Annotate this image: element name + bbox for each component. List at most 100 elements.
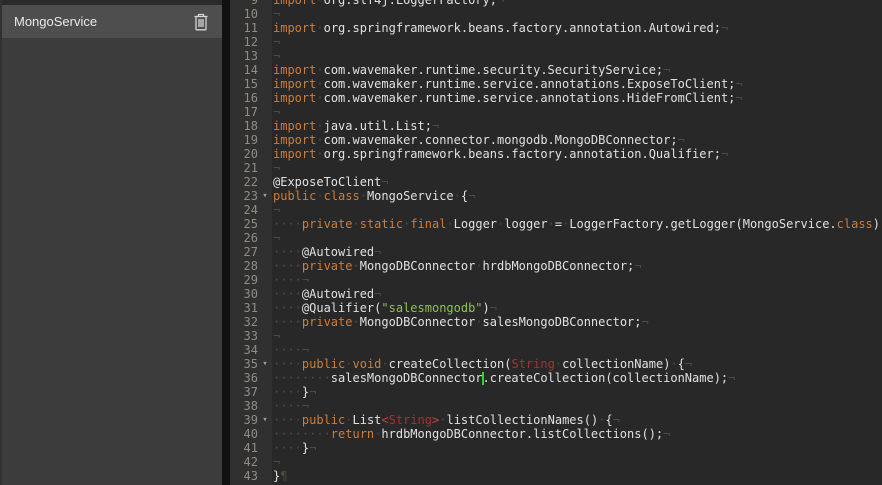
code-text[interactable]: import·com.wavemaker.runtime.security.Se… <box>272 63 882 77</box>
code-line[interactable]: 11import·org.springframework.beans.facto… <box>230 21 882 35</box>
code-text[interactable]: ········return·hrdbMongoDBConnector.list… <box>272 427 882 441</box>
code-line[interactable]: 42¬ <box>230 455 882 469</box>
code-text[interactable]: ····public·List<String>·listCollectionNa… <box>272 413 882 427</box>
code-text[interactable]: import·com.wavemaker.runtime.service.ann… <box>272 91 882 105</box>
code-text[interactable]: @ExposeToClient¬ <box>272 175 882 189</box>
code-text[interactable]: import·org.springframework.beans.factory… <box>272 147 882 161</box>
code-line[interactable]: 38····¬ <box>230 399 882 413</box>
fold-arrow-icon[interactable]: ▾ <box>258 357 272 371</box>
eol-marker: ¬ <box>302 343 309 357</box>
gutter-cell: 14 <box>230 63 272 77</box>
gutter-cell: 31 <box>230 301 272 315</box>
code-text[interactable]: import·org.springframework.beans.factory… <box>272 21 882 35</box>
code-editor[interactable]: 9import·org.slf4j.LoggerFactory;¬10¬11im… <box>230 0 882 485</box>
code-line[interactable]: 19import·com.wavemaker.connector.mongodb… <box>230 133 882 147</box>
gutter-cell: 41 <box>230 441 272 455</box>
code-line[interactable]: 28 ····private·MongoDBConnector·hrdbMongo… <box>230 259 882 273</box>
code-line[interactable]: 41 ····}¬ <box>230 441 882 455</box>
code-text[interactable]: import·org.slf4j.LoggerFactory;¬ <box>272 0 882 7</box>
code-line[interactable]: 30····@Autowired¬ <box>230 287 882 301</box>
code-line[interactable]: 16import·com.wavemaker.runtime.service.a… <box>230 91 882 105</box>
code-text[interactable]: ¬ <box>272 455 882 469</box>
code-text[interactable]: ····¬ <box>272 399 882 413</box>
delete-service-button[interactable] <box>190 11 212 33</box>
code-line[interactable]: 18import·java.util.List;¬ <box>230 119 882 133</box>
code-line[interactable]: 17¬ <box>230 105 882 119</box>
code-line[interactable]: 39▾····public·List<String>·listCollectio… <box>230 413 882 427</box>
code-text[interactable]: ¬ <box>272 203 882 217</box>
code-text[interactable]: ····}¬ <box>272 441 882 455</box>
line-number: 36 <box>230 371 258 385</box>
fold-spacer <box>258 441 272 455</box>
code-text[interactable]: ····@Autowired¬ <box>272 245 882 259</box>
code-text[interactable]: ····}¬ <box>272 385 882 399</box>
code-text[interactable]: ¬ <box>272 161 882 175</box>
code-text[interactable]: ····public·void·createCollection(String·… <box>272 357 882 371</box>
code-line[interactable]: 14 import·com.wavemaker.runtime.security.… <box>230 63 882 77</box>
code-text[interactable]: ····¬ <box>272 273 882 287</box>
code-text[interactable]: }¶ <box>272 469 882 483</box>
code-text[interactable]: ····private·static·final·Logger·logger·=… <box>272 217 882 231</box>
code-line[interactable]: 10¬ <box>230 7 882 21</box>
eol-marker: ¬ <box>721 21 728 35</box>
code-text[interactable]: import·com.wavemaker.runtime.service.ann… <box>272 77 882 91</box>
code-line[interactable]: 37····}¬ <box>230 385 882 399</box>
fold-arrow-icon[interactable]: ▾ <box>258 189 272 203</box>
code-text[interactable]: ········salesMongoDBConnector.createColl… <box>272 371 882 385</box>
code-text[interactable]: ····¬ <box>272 343 882 357</box>
code-line[interactable]: 13¬ <box>230 49 882 63</box>
line-number: 41 <box>230 441 258 455</box>
code-text[interactable]: ¬ <box>272 49 882 63</box>
eol-marker: ¬ <box>273 7 280 21</box>
code-text[interactable]: ¬ <box>272 7 882 21</box>
code-line[interactable]: 9import·org.slf4j.LoggerFactory;¬ <box>230 0 882 7</box>
code-line[interactable]: 27 ····@Autowired¬ <box>230 245 882 259</box>
code-text[interactable]: ····@Autowired¬ <box>272 287 882 301</box>
code-line[interactable]: 35▾····public·void·createCollection(Stri… <box>230 357 882 371</box>
service-list-sidebar: MongoService <box>0 0 222 485</box>
code-line[interactable]: 34····¬ <box>230 343 882 357</box>
line-number: 28 <box>230 259 258 273</box>
code-line[interactable]: 22@ExposeToClient¬ <box>230 175 882 189</box>
line-number: 43 <box>230 469 258 483</box>
code-text[interactable]: ····private·MongoDBConnector·salesMongoD… <box>272 315 882 329</box>
sidebar-editor-divider[interactable] <box>222 0 230 485</box>
code-line[interactable]: 21¬ <box>230 161 882 175</box>
code-line[interactable]: 25····private·static·final·Logger·logger… <box>230 217 882 231</box>
code-line[interactable]: 24 ¬ <box>230 203 882 217</box>
code-line[interactable]: 29····¬ <box>230 273 882 287</box>
code-text[interactable]: ¬ <box>272 231 882 245</box>
code-line[interactable]: 36 ········salesMongoDBConnector.createCo… <box>230 371 882 385</box>
eol-marker: ¬ <box>273 35 280 49</box>
code-line[interactable]: 12¬ <box>230 35 882 49</box>
trash-icon <box>193 13 209 31</box>
code-line[interactable]: 43 }¶ <box>230 469 882 483</box>
line-number: 14 <box>230 63 258 77</box>
code-text[interactable]: ¬ <box>272 35 882 49</box>
code-text[interactable]: ····private·MongoDBConnector·hrdbMongoDB… <box>272 259 882 273</box>
code-line[interactable]: 20import·org.springframework.beans.facto… <box>230 147 882 161</box>
code-line[interactable]: 32····private·MongoDBConnector·salesMong… <box>230 315 882 329</box>
gutter-cell: 33 <box>230 329 272 343</box>
code-line[interactable]: 26¬ <box>230 231 882 245</box>
fold-spacer <box>258 105 272 119</box>
gutter-cell: 34 <box>230 343 272 357</box>
fold-arrow-icon[interactable]: ▾ <box>258 413 272 427</box>
sidebar-item-mongoservice[interactable]: MongoService <box>2 5 222 38</box>
fold-spacer <box>258 259 272 273</box>
code-line[interactable]: 33¬ <box>230 329 882 343</box>
fold-spacer <box>258 273 272 287</box>
line-number: 24 <box>230 203 258 217</box>
code-text[interactable]: import·com.wavemaker.connector.mongodb.M… <box>272 133 882 147</box>
code-text[interactable]: ¬ <box>272 329 882 343</box>
line-number: 27 <box>230 245 258 259</box>
code-line[interactable]: 40········return·hrdbMongoDBConnector.li… <box>230 427 882 441</box>
code-line[interactable]: 31····@Qualifier("salesmongodb")¬ <box>230 301 882 315</box>
code-line[interactable]: 23▾public·class·MongoService·{¬ <box>230 189 882 203</box>
code-text[interactable]: public·class·MongoService·{¬ <box>272 189 882 203</box>
code-text[interactable]: ····@Qualifier("salesmongodb")¬ <box>272 301 882 315</box>
gutter-cell: 25 <box>230 217 272 231</box>
code-text[interactable]: ¬ <box>272 105 882 119</box>
code-line[interactable]: 15import·com.wavemaker.runtime.service.a… <box>230 77 882 91</box>
code-text[interactable]: import·java.util.List;¬ <box>272 119 882 133</box>
